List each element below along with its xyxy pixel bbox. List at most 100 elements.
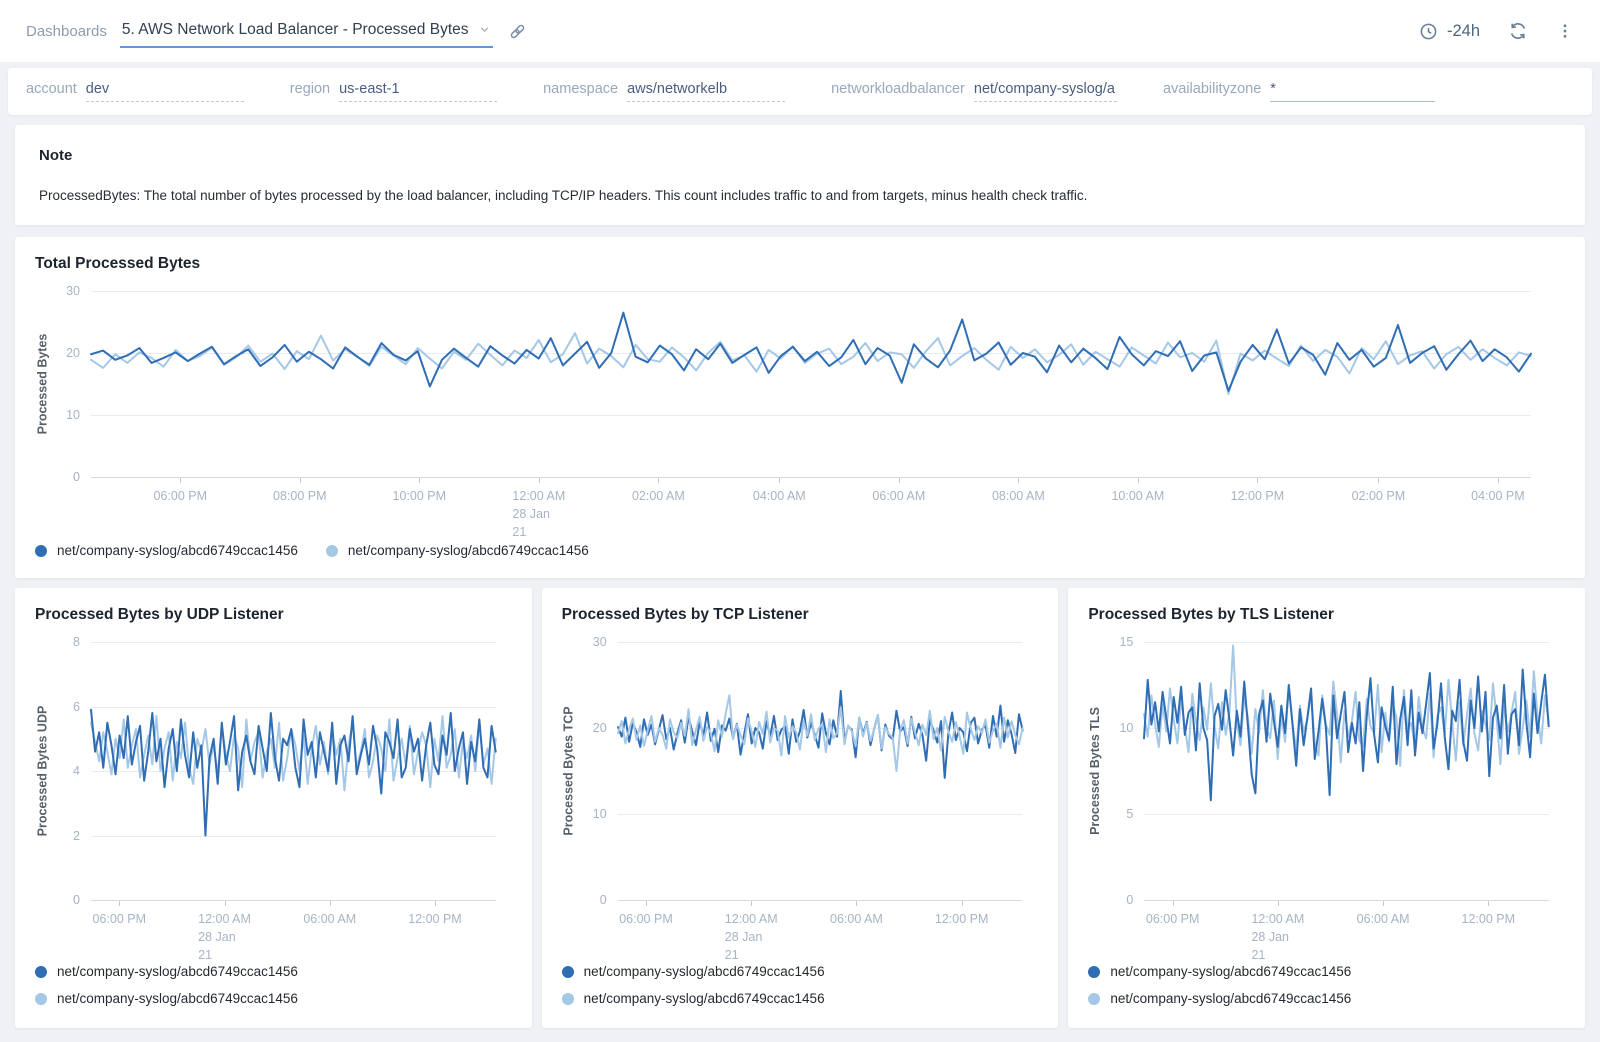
x-tick-label: 12:00 AM28 Jan21	[1251, 900, 1304, 964]
legend-label: net/company-syslog/abcd6749ccac1456	[584, 991, 825, 1006]
legend-dot	[35, 993, 47, 1005]
x-tick-label: 08:00 PM	[273, 477, 327, 505]
panel-total-processed-bytes: Total Processed Bytes Processed Bytes 010…	[15, 237, 1585, 578]
y-tick-label: 30	[66, 284, 80, 298]
series-lines	[91, 642, 496, 900]
share-link-icon[interactable]	[508, 22, 527, 41]
x-tick-label: 12:00 PM	[935, 900, 989, 928]
filter-region-input[interactable]: us-east-1	[339, 81, 497, 102]
filter-account-input[interactable]: dev	[86, 81, 244, 102]
x-tick-label: 12:00 AM28 Jan21	[512, 477, 565, 541]
line-chart-total[interactable]: Processed Bytes010203006:00 PM08:00 PM10…	[91, 287, 1531, 535]
y-axis-title: Processed Bytes TCP	[562, 642, 576, 900]
y-tick-label: 4	[73, 764, 80, 778]
legend-item[interactable]: net/company-syslog/abcd6749ccac1456	[1088, 964, 1351, 979]
plot-area[interactable]: 05101506:00 PM12:00 AM28 Jan2106:00 AM12…	[1144, 642, 1549, 900]
line-chart-tcp[interactable]: Processed Bytes TCP010203006:00 PM12:00 …	[618, 638, 1023, 958]
y-tick-label: 30	[593, 635, 607, 649]
dashboard-title-dropdown[interactable]: 5. AWS Network Load Balancer - Processed…	[120, 15, 493, 48]
filter-namespace-input[interactable]: aws/networkelb	[627, 81, 785, 102]
x-tick-label: 10:00 AM	[1111, 477, 1164, 505]
y-tick-label: 10	[1119, 721, 1133, 735]
filter-account: account dev	[26, 81, 244, 102]
series-line	[91, 313, 1531, 391]
legend-item[interactable]: net/company-syslog/abcd6749ccac1456	[326, 543, 589, 558]
filter-label: namespace	[543, 81, 618, 97]
filter-networkloadbalancer-input[interactable]: net/company-syslog/a	[974, 81, 1117, 102]
x-tick-label: 04:00 AM	[753, 477, 806, 505]
x-tick-label: 12:00 PM	[1462, 900, 1516, 928]
filter-label: availabilityzone	[1163, 81, 1261, 97]
legend-item[interactable]: net/company-syslog/abcd6749ccac1456	[35, 964, 298, 979]
legend-dot	[326, 545, 338, 557]
filter-label: networkloadbalancer	[831, 81, 965, 97]
filter-label: account	[26, 81, 77, 97]
bottom-panel-row: Processed Bytes by UDP Listener Processe…	[15, 588, 1585, 1028]
y-tick-label: 20	[66, 346, 80, 360]
legend-label: net/company-syslog/abcd6749ccac1456	[584, 964, 825, 979]
y-axis-title: Processed Bytes	[35, 291, 49, 477]
note-panel: Note ProcessedBytes: The total number of…	[15, 125, 1585, 225]
chart-legend: net/company-syslog/abcd6749ccac1456 net/c…	[1088, 958, 1565, 1020]
legend-item[interactable]: net/company-syslog/abcd6749ccac1456	[1088, 991, 1351, 1006]
panel-title: Total Processed Bytes	[35, 255, 1565, 273]
y-axis-title: Processed Bytes UDP	[35, 642, 49, 900]
chevron-down-icon	[478, 23, 491, 36]
plot-area[interactable]: 0246806:00 PM12:00 AM28 Jan2106:00 AM12:…	[91, 642, 496, 900]
kebab-menu-icon[interactable]	[1556, 22, 1574, 40]
y-tick-label: 5	[1126, 807, 1133, 821]
legend-label: net/company-syslog/abcd6749ccac1456	[1110, 964, 1351, 979]
y-tick-label: 8	[73, 635, 80, 649]
chart-legend: net/company-syslog/abcd6749ccac1456 net/c…	[35, 958, 512, 1020]
x-tick-label: 12:00 PM	[1231, 477, 1285, 505]
plot-area[interactable]: 010203006:00 PM08:00 PM10:00 PM12:00 AM2…	[91, 291, 1531, 477]
x-tick-label: 06:00 AM	[1357, 900, 1410, 928]
legend-item[interactable]: net/company-syslog/abcd6749ccac1456	[562, 991, 825, 1006]
x-tick-label: 06:00 PM	[619, 900, 673, 928]
y-tick-label: 20	[593, 721, 607, 735]
breadcrumb[interactable]: Dashboards	[26, 23, 107, 40]
time-range-selector[interactable]: -24h	[1419, 22, 1480, 41]
filter-availabilityzone-input[interactable]: *	[1270, 81, 1435, 102]
series-line	[91, 710, 496, 836]
clock-icon	[1419, 22, 1438, 41]
x-tick-label: 06:00 AM	[872, 477, 925, 505]
line-chart-udp[interactable]: Processed Bytes UDP0246806:00 PM12:00 AM…	[91, 638, 496, 958]
panel-udp-listener: Processed Bytes by UDP Listener Processe…	[15, 588, 532, 1028]
top-bar: Dashboards 5. AWS Network Load Balancer …	[0, 0, 1600, 62]
y-axis-title: Processed Bytes TLS	[1088, 642, 1102, 900]
x-tick-label: 06:00 PM	[154, 477, 208, 505]
line-chart-tls[interactable]: Processed Bytes TLS05101506:00 PM12:00 A…	[1144, 638, 1549, 958]
y-tick-label: 15	[1119, 635, 1133, 649]
x-tick-label: 12:00 AM28 Jan21	[198, 900, 251, 964]
legend-item[interactable]: net/company-syslog/abcd6749ccac1456	[35, 991, 298, 1006]
legend-dot	[35, 545, 47, 557]
filter-availabilityzone: availabilityzone *	[1163, 81, 1435, 102]
filter-networkloadbalancer: networkloadbalancer net/company-syslog/a	[831, 81, 1117, 102]
panel-tcp-listener: Processed Bytes by TCP Listener Processe…	[542, 588, 1059, 1028]
note-title: Note	[39, 147, 1561, 164]
legend-dot	[1088, 993, 1100, 1005]
chart-legend: net/company-syslog/abcd6749ccac1456 net/c…	[562, 958, 1039, 1020]
y-tick-label: 0	[73, 893, 80, 907]
time-range-label: -24h	[1447, 22, 1480, 41]
filter-bar: account dev region us-east-1 namespace a…	[8, 68, 1592, 115]
filter-label: region	[290, 81, 330, 97]
x-tick-label: 06:00 PM	[1146, 900, 1200, 928]
legend-label: net/company-syslog/abcd6749ccac1456	[57, 991, 298, 1006]
panel-title: Processed Bytes by TCP Listener	[562, 606, 1039, 624]
x-tick-label: 02:00 AM	[632, 477, 685, 505]
series-lines	[618, 642, 1023, 900]
panel-tls-listener: Processed Bytes by TLS Listener Processe…	[1068, 588, 1585, 1028]
legend-dot	[35, 966, 47, 978]
x-tick-label: 04:00 PM	[1471, 477, 1525, 505]
y-tick-label: 2	[73, 829, 80, 843]
panel-title: Processed Bytes by UDP Listener	[35, 606, 512, 624]
legend-item[interactable]: net/company-syslog/abcd6749ccac1456	[35, 543, 298, 558]
legend-item[interactable]: net/company-syslog/abcd6749ccac1456	[562, 964, 825, 979]
series-line	[1144, 670, 1549, 801]
plot-area[interactable]: 010203006:00 PM12:00 AM28 Jan2106:00 AM1…	[618, 642, 1023, 900]
filter-region: region us-east-1	[290, 81, 497, 102]
y-tick-label: 6	[73, 700, 80, 714]
refresh-icon[interactable]	[1508, 21, 1528, 41]
